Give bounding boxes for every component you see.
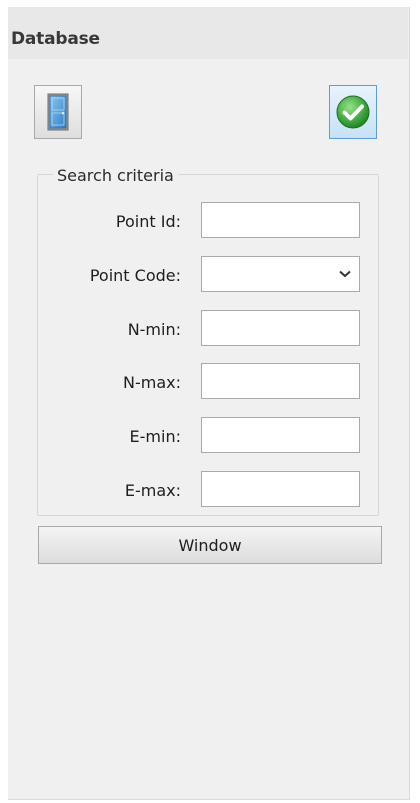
- n-max-label: N-max:: [123, 373, 181, 392]
- search-criteria-legend: Search criteria: [53, 166, 178, 185]
- e-min-input[interactable]: [201, 417, 360, 453]
- point-id-input[interactable]: [201, 202, 360, 238]
- point-code-select[interactable]: [201, 256, 360, 292]
- panel-title: Database: [11, 29, 100, 49]
- e-max-label: E-max:: [124, 481, 181, 500]
- panel-header: Database: [8, 7, 408, 59]
- n-max-input[interactable]: [201, 363, 360, 399]
- green-check-icon: [336, 95, 370, 129]
- e-max-input[interactable]: [201, 471, 360, 507]
- e-min-label: E-min:: [129, 427, 181, 446]
- point-id-label: Point Id:: [115, 212, 181, 231]
- point-code-label: Point Code:: [89, 266, 181, 285]
- n-min-label: N-min:: [127, 320, 181, 339]
- chevron-down-icon: [339, 270, 351, 278]
- n-min-input[interactable]: [201, 310, 360, 346]
- door-exit-icon: [47, 93, 69, 131]
- confirm-button[interactable]: [329, 85, 377, 139]
- exit-button[interactable]: [34, 85, 82, 139]
- window-button[interactable]: Window: [38, 526, 382, 564]
- database-panel: Database Search criteria Point Id: Point…: [8, 7, 410, 800]
